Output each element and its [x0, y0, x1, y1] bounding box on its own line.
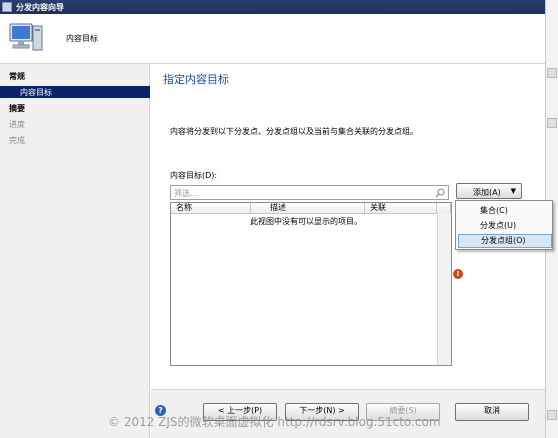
page-description: 内容将分发到以下分发点、分发点组以及当前与集合关联的分发点组。 — [170, 127, 418, 136]
background-scroll-marker — [547, 68, 557, 78]
wizard-app-icon — [2, 2, 12, 12]
menu-item-distribution-point-group[interactable]: 分发点组(O) — [458, 234, 552, 248]
empty-list-message: 此视图中没有可以显示的项目。 — [250, 217, 362, 226]
filter-input[interactable]: 筛选... — [170, 185, 449, 200]
search-icon[interactable] — [435, 188, 445, 198]
warning-icon: ! — [453, 269, 463, 279]
column-header-association[interactable]: 关联 — [365, 203, 437, 214]
background-scroll-marker — [547, 410, 557, 420]
nav-item-completion: 完成 — [9, 136, 25, 145]
menu-item-distribution-point[interactable]: 分发点(U) — [458, 219, 552, 233]
wizard-step-nav: 常规 内容目标 摘要 进度 完成 — [0, 64, 150, 438]
cancel-button[interactable]: 取消 — [455, 403, 529, 421]
header-title: 内容目标 — [66, 34, 98, 43]
menu-item-collection[interactable]: 集合(C) — [458, 204, 552, 218]
nav-item-content-target[interactable]: 内容目标 — [20, 87, 52, 98]
page-title: 指定内容目标 — [163, 73, 229, 86]
window-title: 分发内容向导 — [16, 3, 64, 12]
nav-item-general[interactable]: 常规 — [9, 71, 25, 82]
wizard-header: 内容目标 — [0, 14, 545, 64]
dropdown-arrow-icon: ▼ — [510, 187, 516, 195]
content-target-label: 内容目标(D): — [170, 171, 218, 180]
add-button-label: 添加(A) — [473, 188, 501, 197]
background-scroll-marker — [547, 118, 557, 128]
add-dropdown-menu: 集合(C) 分发点(U) 分发点组(O) — [455, 200, 553, 250]
column-header-description[interactable]: 描述 — [251, 203, 365, 214]
add-button[interactable]: 添加(A) ▼ — [456, 183, 522, 199]
column-header-name[interactable]: 名称 — [171, 203, 251, 214]
filter-placeholder: 筛选... — [174, 189, 198, 198]
computer-icon — [9, 23, 43, 51]
nav-item-summary[interactable]: 摘要 — [9, 103, 25, 114]
list-scrollbar[interactable] — [437, 213, 451, 365]
window-title-bar[interactable]: 分发内容向导 — [0, 0, 545, 14]
nav-item-progress: 进度 — [9, 120, 25, 129]
watermark-text: © 2012 ZJS的微软桌面虚拟化 http://rdsrv.blog.51c… — [108, 415, 441, 429]
